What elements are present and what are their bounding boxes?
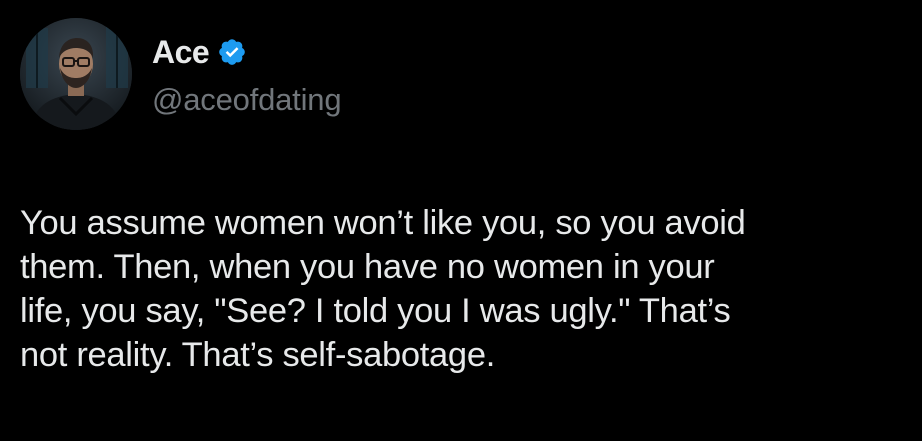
verified-badge-icon [217, 37, 247, 67]
avatar-photo [20, 18, 132, 130]
tweet-text: You assume women won’t like you, so you … [20, 201, 922, 377]
author-display-name[interactable]: Ace [152, 34, 210, 71]
tweet-text-line: life, you say, "See? I told you I was ug… [20, 292, 731, 330]
tweet-text-line: not reality. That’s self-sabotage. [20, 336, 495, 374]
tweet-card: Ace @aceofdating You assume women won’t … [0, 0, 922, 441]
author-handle[interactable]: @aceofdating [152, 82, 342, 118]
tweet-text-line: You assume women won’t like you, so you … [20, 204, 746, 242]
tweet-text-line: them. Then, when you have no women in yo… [20, 248, 715, 286]
avatar[interactable] [20, 18, 132, 130]
author-name-row[interactable]: Ace [152, 30, 247, 74]
